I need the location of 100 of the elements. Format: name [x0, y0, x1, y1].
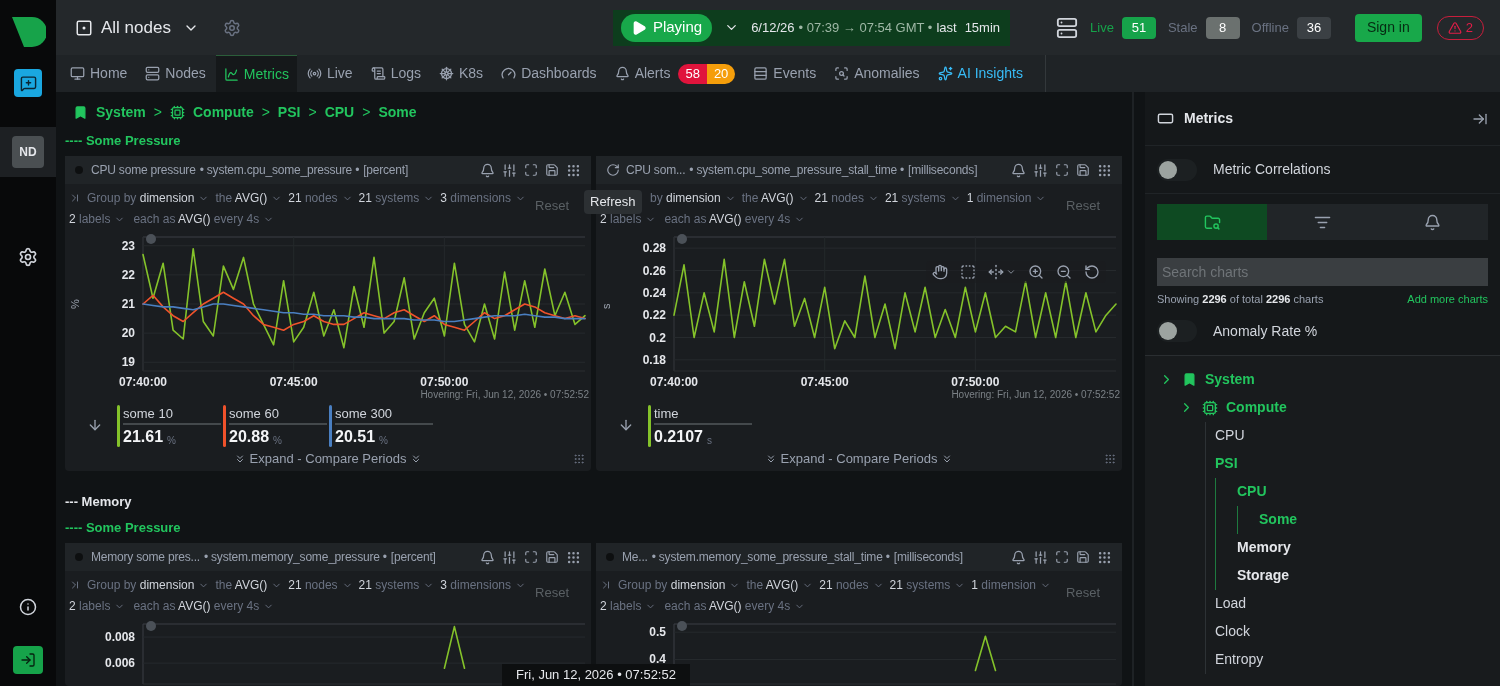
query-dropdown[interactable]: each as AVG() every 4s — [133, 210, 275, 228]
nav-tab[interactable]: Home — [62, 55, 136, 92]
query-dropdown[interactable]: 21 systems — [358, 189, 435, 207]
query-dropdown[interactable]: 21 nodes — [814, 189, 879, 207]
refresh-icon[interactable] — [606, 163, 620, 177]
breadcrumb-link[interactable]: Compute — [193, 101, 254, 123]
query-dropdown[interactable]: by dimension — [650, 189, 736, 207]
sliders-icon[interactable] — [1033, 162, 1048, 178]
nav-tab[interactable]: K8s — [431, 55, 492, 92]
save-icon[interactable] — [545, 550, 559, 564]
tree-item[interactable]: PSI — [1215, 453, 1238, 474]
query-dropdown[interactable]: 1 dimension — [966, 189, 1047, 207]
add-charts-link[interactable]: Add more charts — [1407, 291, 1488, 308]
server-icon[interactable] — [1056, 16, 1079, 39]
sliders-icon[interactable] — [502, 549, 517, 565]
save-icon[interactable] — [1076, 163, 1090, 177]
nav-tab[interactable]: AI Insights — [929, 55, 1031, 92]
query-dropdown[interactable]: each as AVG() every 4s — [133, 597, 275, 615]
legend-item[interactable]: some 60 20.88 % — [223, 405, 327, 449]
login-button[interactable] — [13, 646, 43, 674]
settings-icon[interactable] — [18, 247, 38, 267]
resize-handle-icon[interactable] — [1104, 453, 1116, 465]
drag-handle-icon[interactable] — [566, 549, 581, 565]
nav-tab[interactable]: Alerts 58 20 — [606, 55, 744, 92]
legend-item[interactable]: some 10 21.61 % — [117, 405, 221, 449]
time-duration[interactable]: 15min — [964, 17, 1001, 38]
tree-item[interactable]: Compute — [1226, 397, 1287, 418]
query-dropdown[interactable]: 1 dimension — [971, 576, 1052, 594]
bell-icon[interactable] — [480, 549, 495, 565]
query-dropdown[interactable]: 2 labels — [69, 597, 126, 615]
legend-item[interactable]: some 300 20.51 % — [329, 405, 433, 449]
query-dropdown[interactable]: 21 nodes — [288, 576, 353, 594]
query-dropdown[interactable]: each as AVG() every 4s — [664, 597, 806, 615]
tree-item[interactable]: System — [1205, 369, 1255, 390]
nav-tab[interactable]: Live — [298, 55, 361, 92]
fullscreen-icon[interactable] — [524, 550, 538, 564]
bell-icon[interactable] — [1011, 162, 1026, 178]
query-dropdown[interactable]: 21 systems — [358, 576, 435, 594]
nav-tab[interactable]: Events — [745, 55, 825, 92]
nav-tab[interactable]: Logs — [362, 55, 429, 92]
chat-button[interactable] — [14, 69, 42, 97]
fullscreen-icon[interactable] — [524, 163, 538, 177]
zoom-out-icon[interactable] — [1056, 264, 1072, 280]
reset-zoom-icon[interactable] — [1084, 264, 1100, 280]
tree-item[interactable]: Entropy — [1215, 649, 1264, 670]
node-selector[interactable]: All nodes — [101, 14, 199, 41]
query-dropdown[interactable]: the AVG() — [215, 576, 283, 594]
select-area-icon[interactable] — [960, 264, 976, 280]
tree-item[interactable]: Clock — [1215, 621, 1250, 642]
query-dropdown[interactable]: 2 labels — [600, 597, 657, 615]
query-dropdown[interactable]: 21 nodes — [288, 189, 353, 207]
time-range[interactable]: • 07:39 → 07:54 GMT • — [798, 17, 933, 38]
bell-icon[interactable] — [1011, 549, 1026, 565]
sliders-icon[interactable] — [1033, 549, 1048, 565]
resize-handle-icon[interactable] — [573, 453, 585, 465]
tree-item[interactable]: Load — [1215, 593, 1247, 614]
logo-icon[interactable] — [10, 15, 46, 49]
expand-button[interactable]: Expand - Compare Periods — [233, 449, 423, 469]
legend-item[interactable]: time 0.2107 s — [648, 405, 752, 449]
info-icon[interactable] — [19, 598, 37, 616]
query-dropdown[interactable]: Group by dimension — [87, 576, 210, 594]
nav-tab[interactable]: Metrics — [215, 55, 297, 92]
pan-hand-icon[interactable] — [932, 264, 948, 280]
breadcrumb-link[interactable]: Some — [378, 101, 417, 123]
fullscreen-icon[interactable] — [1055, 163, 1069, 177]
arrow-down-icon[interactable] — [87, 417, 103, 433]
query-dropdown[interactable]: 3 dimensions — [440, 576, 527, 594]
save-icon[interactable] — [545, 163, 559, 177]
query-dropdown[interactable]: 21 nodes — [819, 576, 884, 594]
tree-item[interactable]: Storage — [1237, 565, 1290, 586]
query-dropdown[interactable]: each as AVG() every 4s — [664, 210, 806, 228]
tree-item[interactable]: CPU — [1215, 425, 1245, 446]
drag-handle-icon[interactable] — [1097, 549, 1112, 565]
time-last[interactable]: last — [936, 17, 957, 38]
toggle-switch[interactable] — [1157, 158, 1197, 181]
save-icon[interactable] — [1076, 550, 1090, 564]
breadcrumb-link[interactable]: System — [96, 101, 146, 123]
arrow-down-icon[interactable] — [618, 417, 634, 433]
nav-tab[interactable]: Anomalies — [826, 55, 928, 92]
breadcrumb-link[interactable]: CPU — [324, 101, 355, 123]
toggle-switch[interactable] — [1157, 320, 1197, 342]
breadcrumb-link[interactable]: PSI — [277, 101, 301, 123]
zoom-in-icon[interactable] — [1028, 264, 1044, 280]
query-dropdown[interactable]: 2 labels — [69, 210, 126, 228]
tree-item[interactable]: Some — [1259, 509, 1298, 530]
query-dropdown[interactable]: 3 dimensions — [440, 189, 527, 207]
query-dropdown[interactable]: 21 systems — [884, 189, 961, 207]
avatar[interactable]: ND — [12, 136, 44, 168]
drag-handle-icon[interactable] — [1097, 162, 1112, 178]
status-count[interactable]: 8 — [1205, 16, 1240, 39]
nav-tab[interactable]: Dashboards — [493, 55, 605, 92]
drag-handle-icon[interactable] — [566, 162, 581, 178]
query-dropdown[interactable]: 21 systems — [889, 576, 966, 594]
sign-in-button[interactable]: Sign in — [1354, 13, 1422, 42]
tree-item[interactable]: CPU — [1237, 481, 1267, 502]
query-dropdown[interactable]: the AVG() — [746, 576, 814, 594]
bell-icon[interactable] — [480, 162, 495, 178]
fullscreen-icon[interactable] — [1055, 550, 1069, 564]
nav-tab[interactable]: Nodes — [137, 55, 214, 92]
status-count[interactable]: 36 — [1296, 16, 1331, 39]
